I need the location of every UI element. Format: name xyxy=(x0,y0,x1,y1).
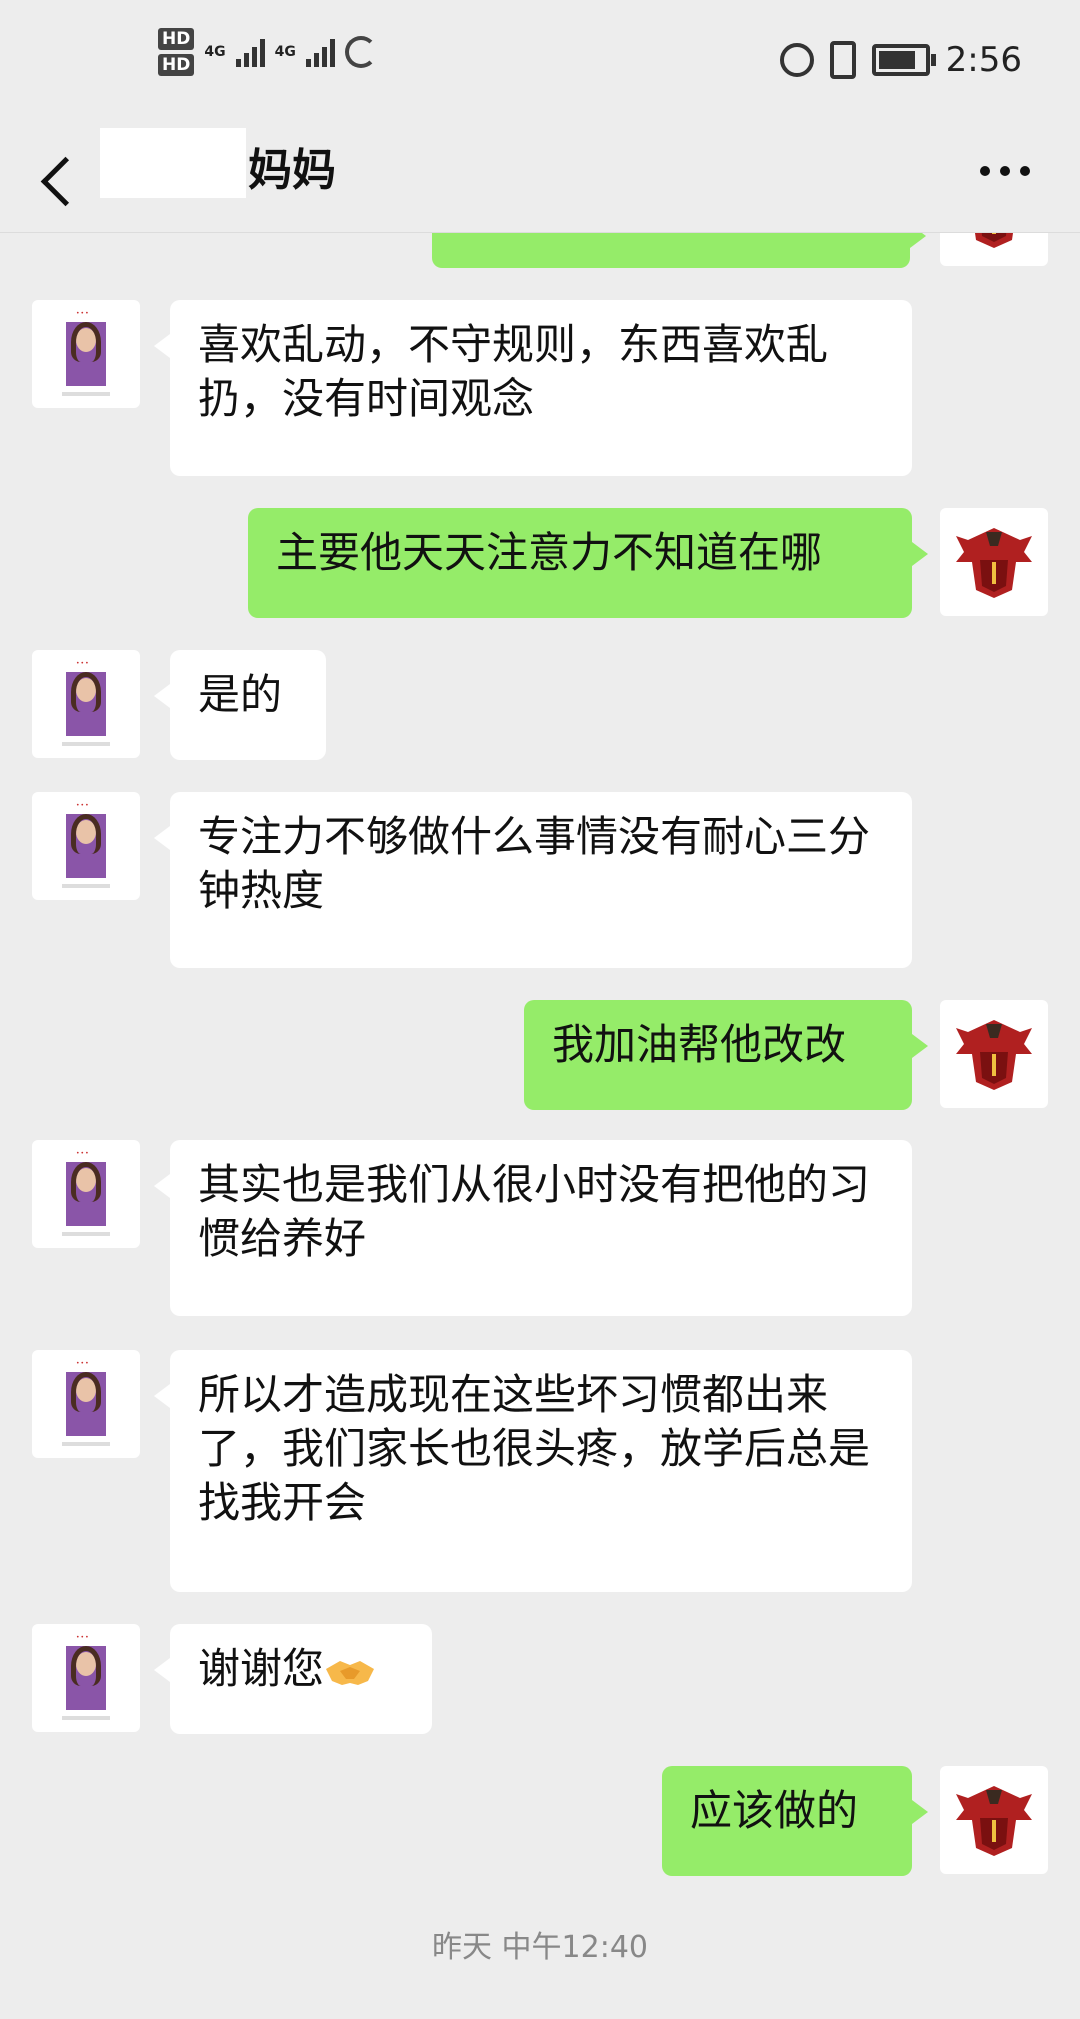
signal-bars-icon xyxy=(235,37,265,67)
vibrate-icon xyxy=(829,41,856,79)
chat-header: 妈妈 xyxy=(0,120,1080,233)
message-text: 谢谢您 xyxy=(198,1644,325,1693)
network-type-1: 4G xyxy=(204,44,226,60)
decoration-dots: ••• xyxy=(76,1150,90,1157)
alarm-icon xyxy=(779,43,814,77)
redacted-name-block xyxy=(100,128,246,198)
message-bubble[interactable]: 是的 xyxy=(154,650,326,760)
decoration-dots: ••• xyxy=(76,802,90,809)
avatar-self[interactable] xyxy=(940,1000,1048,1108)
network-type-2: 4G xyxy=(274,44,296,60)
decoration-dots: ••• xyxy=(76,310,90,317)
photo-caption-line xyxy=(62,1716,110,1720)
message-bubble[interactable]: 谢谢您 xyxy=(154,1624,432,1734)
photo-caption-line xyxy=(62,742,110,746)
decoration-dots: ••• xyxy=(76,660,90,667)
message-bubble[interactable]: 其实也是我们从很小时没有把他的习惯给养好 xyxy=(154,1140,912,1316)
avatar-contact[interactable]: ••• xyxy=(32,1350,140,1458)
contact-photo xyxy=(66,1372,106,1436)
contact-photo xyxy=(66,322,106,386)
loading-ring-icon xyxy=(344,36,377,68)
message-bubble[interactable]: 所以才造成现在这些坏习惯都出来了，我们家长也很头疼，放学后总是找我开会 xyxy=(154,1350,912,1592)
status-bar: HD HD 4G 4G 2:56 xyxy=(0,0,1080,120)
avatar-contact[interactable]: ••• xyxy=(32,1624,140,1732)
status-right: 2:56 xyxy=(779,40,1022,80)
battery-icon xyxy=(871,44,936,76)
contact-photo xyxy=(66,672,106,736)
emblem-icon xyxy=(956,1020,1032,1090)
avatar-self[interactable] xyxy=(940,1766,1048,1874)
hd-badge-1: HD xyxy=(158,28,195,50)
photo-caption-line xyxy=(62,1442,110,1446)
signal-group: HD HD 4G 4G xyxy=(158,28,377,76)
chat-timestamp: 昨天 中午12:40 xyxy=(432,1930,648,1965)
emblem-icon xyxy=(956,528,1032,598)
emblem-icon xyxy=(956,1786,1032,1856)
decoration-dots: ••• xyxy=(76,1634,90,1641)
photo-caption-line xyxy=(62,392,110,396)
contact-photo xyxy=(66,814,106,878)
chat-title: 妈妈 xyxy=(248,145,336,196)
avatar-contact[interactable]: ••• xyxy=(32,1140,140,1248)
contact-photo xyxy=(66,1162,106,1226)
handshake-emoji xyxy=(326,1660,375,1685)
avatar-contact[interactable]: ••• xyxy=(32,792,140,900)
photo-caption-line xyxy=(62,1232,110,1236)
hd-badge-2: HD xyxy=(158,54,195,76)
message-bubble[interactable]: 应该做的 xyxy=(662,1766,928,1876)
signal-bars-icon xyxy=(305,37,335,67)
chevron-left-icon[interactable] xyxy=(40,156,91,207)
message-bubble[interactable]: 喜欢乱动，不守规则，东西喜欢乱扔，没有时间观念 xyxy=(154,300,912,476)
status-time: 2:56 xyxy=(945,40,1022,80)
more-horizontal-icon[interactable] xyxy=(980,166,1030,176)
message-bubble[interactable]: 主要他天天注意力不知道在哪 xyxy=(248,508,928,618)
avatar-self[interactable] xyxy=(940,508,1048,616)
message-bubble[interactable]: 我加油帮他改改 xyxy=(524,1000,928,1110)
avatar-contact[interactable]: ••• xyxy=(32,300,140,408)
avatar-contact[interactable]: ••• xyxy=(32,650,140,758)
message-bubble[interactable]: 专注力不够做什么事情没有耐心三分钟热度 xyxy=(154,792,912,968)
contact-photo xyxy=(66,1646,106,1710)
decoration-dots: ••• xyxy=(76,1360,90,1367)
photo-caption-line xyxy=(62,884,110,888)
